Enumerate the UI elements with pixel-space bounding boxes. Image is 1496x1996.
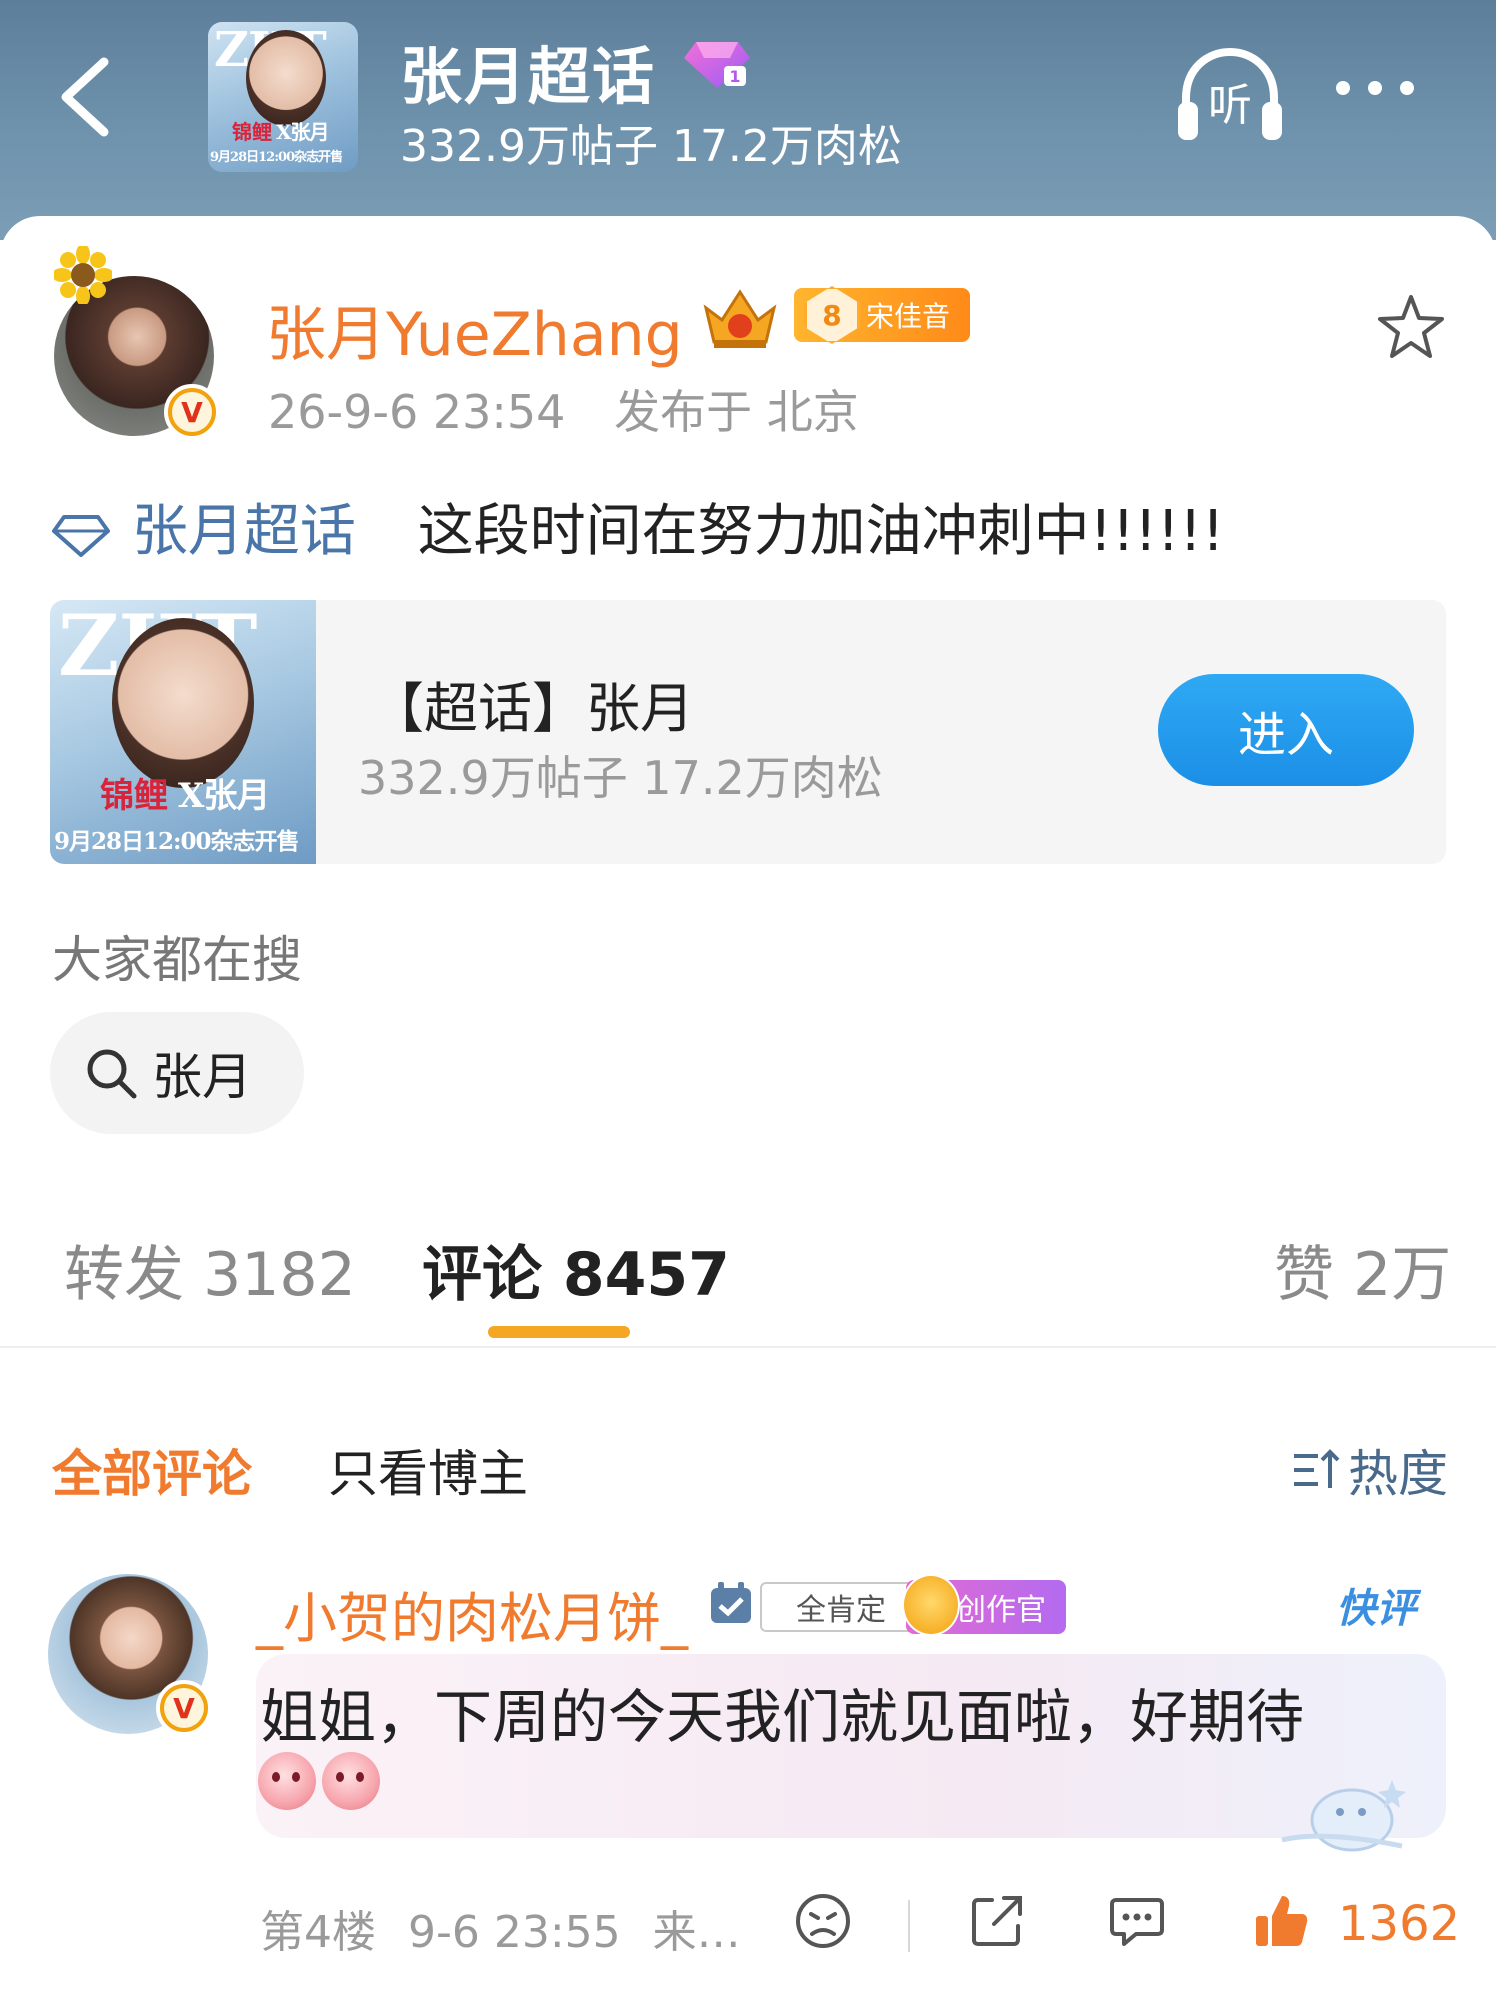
enter-button[interactable]: 进入 [1158, 674, 1414, 786]
comment-time: 9-6 23:55 [408, 1907, 621, 1958]
sunflower-icon [54, 246, 112, 304]
post-meta: 26-9-6 23:54 发布于 北京 [268, 376, 893, 442]
post-time: 26-9-6 23:54 [268, 385, 566, 439]
active-tab-indicator [488, 1326, 630, 1338]
cover-sale-text-large: 9月28日12:00杂志开售 [54, 828, 300, 855]
comment-text: 姐姐，下周的今天我们就见面啦，好期待 [260, 1683, 1305, 1751]
commenter-badge-creator[interactable]: 创作官 [902, 1574, 1066, 1636]
comment-source: 来… [652, 1907, 741, 1958]
crown-icon [703, 289, 777, 348]
comment-meta: 第4楼 9-6 23:55 来… [260, 1896, 759, 1960]
topic-link[interactable]: 张月超话 [132, 499, 356, 564]
fan-level-badge[interactable]: 8 宋佳音 [794, 286, 970, 344]
star-icon[interactable] [1376, 292, 1446, 362]
filter-all-comments[interactable]: 全部评论 [52, 1434, 252, 1506]
like-icon[interactable] [1250, 1890, 1312, 1952]
back-arrow-icon[interactable] [52, 52, 122, 142]
search-icon [87, 1049, 137, 1099]
search-chip[interactable]: 张月 [50, 1012, 304, 1134]
quick-review-label[interactable]: 快评 [1336, 1576, 1416, 1634]
fan-level-number: 8 [804, 286, 860, 344]
share-icon[interactable] [966, 1890, 1028, 1952]
share-card-stats: 332.9万帖子 17.2万肉松 [358, 751, 883, 805]
cover-portrait-large [112, 618, 254, 788]
post-content: 张月超话 这段时间在努力加油冲刺中!!!!!! [52, 486, 1224, 567]
svg-text:1: 1 [729, 67, 740, 86]
author-username[interactable]: 张月YueZhang [266, 286, 683, 373]
emoji-sticker-icon [258, 1752, 316, 1810]
search-hint-label: 大家都在搜 [52, 931, 302, 989]
fan-badge-text: 宋佳音 [866, 300, 951, 333]
cover-cobrand-text-large: X张月 [178, 776, 270, 816]
comment-floor: 第4楼 [260, 1907, 376, 1958]
emoji-face-icon[interactable] [792, 1890, 854, 1952]
share-card-title: 【超话】张月 [370, 677, 694, 740]
comment-icon[interactable] [1106, 1890, 1168, 1952]
emoji-sticker-icon [322, 1752, 380, 1810]
verified-badge-icon: V [164, 384, 220, 440]
diamond-icon: 1 [684, 42, 750, 88]
listen-headphones-icon[interactable]: 听 [1172, 46, 1288, 146]
post-location: 发布于 北京 [614, 385, 859, 439]
filter-author-only[interactable]: 只看博主 [328, 1434, 528, 1506]
commenter-badge-affirm[interactable]: 全肯定 [760, 1582, 922, 1632]
creator-badge-label: 创作官 [956, 1593, 1046, 1628]
header-stats: 332.9万帖子 17.2万肉松 [400, 121, 902, 172]
sort-icon [1294, 1449, 1340, 1488]
bubble-decoration-icon [1281, 1780, 1406, 1852]
action-divider [908, 1900, 910, 1952]
tab-comments[interactable]: 评论 8457 [422, 1226, 730, 1313]
topic-cover-thumbnail[interactable]: ZIIT 锦鲤 X张月 9月28日12:00杂志开售 [208, 22, 358, 172]
calendar-check-icon [711, 1582, 751, 1623]
cover-cobrand-red: 锦鲤 [232, 120, 272, 144]
post-text: 这段时间在努力加油冲刺中!!!!!! [417, 499, 1225, 564]
tabs-divider [0, 1346, 1496, 1348]
cover-sale-text: 9月28日12:00杂志开售 [210, 150, 343, 165]
sort-button[interactable]: 热度 [1290, 1434, 1448, 1506]
listen-label: 听 [1208, 80, 1252, 131]
cover-portrait [246, 30, 326, 126]
topic-diamond-icon [52, 514, 110, 557]
tab-repost[interactable]: 转发 3182 [64, 1226, 356, 1313]
header-title: 张月超话 [400, 40, 657, 113]
cover-cobrand-text: X张月 [276, 120, 330, 144]
more-dots-icon[interactable] [1336, 80, 1456, 110]
commenter-username[interactable]: _小贺的肉松月饼_ [256, 1574, 688, 1653]
creator-cat-icon [902, 1574, 960, 1636]
sort-label: 热度 [1348, 1445, 1448, 1503]
search-chip-label: 张月 [152, 1048, 252, 1106]
cover-cobrand-red-large: 锦鲤 [100, 776, 168, 816]
commenter-verified-badge-icon: V [156, 1680, 212, 1736]
supertopic-cover[interactable]: ZIIT 锦鲤 X张月 9月28日12:00杂志开售 [50, 600, 316, 864]
tab-likes[interactable]: 赞 2万 [1274, 1226, 1451, 1313]
comment-like-count: 1362 [1338, 1896, 1461, 1952]
